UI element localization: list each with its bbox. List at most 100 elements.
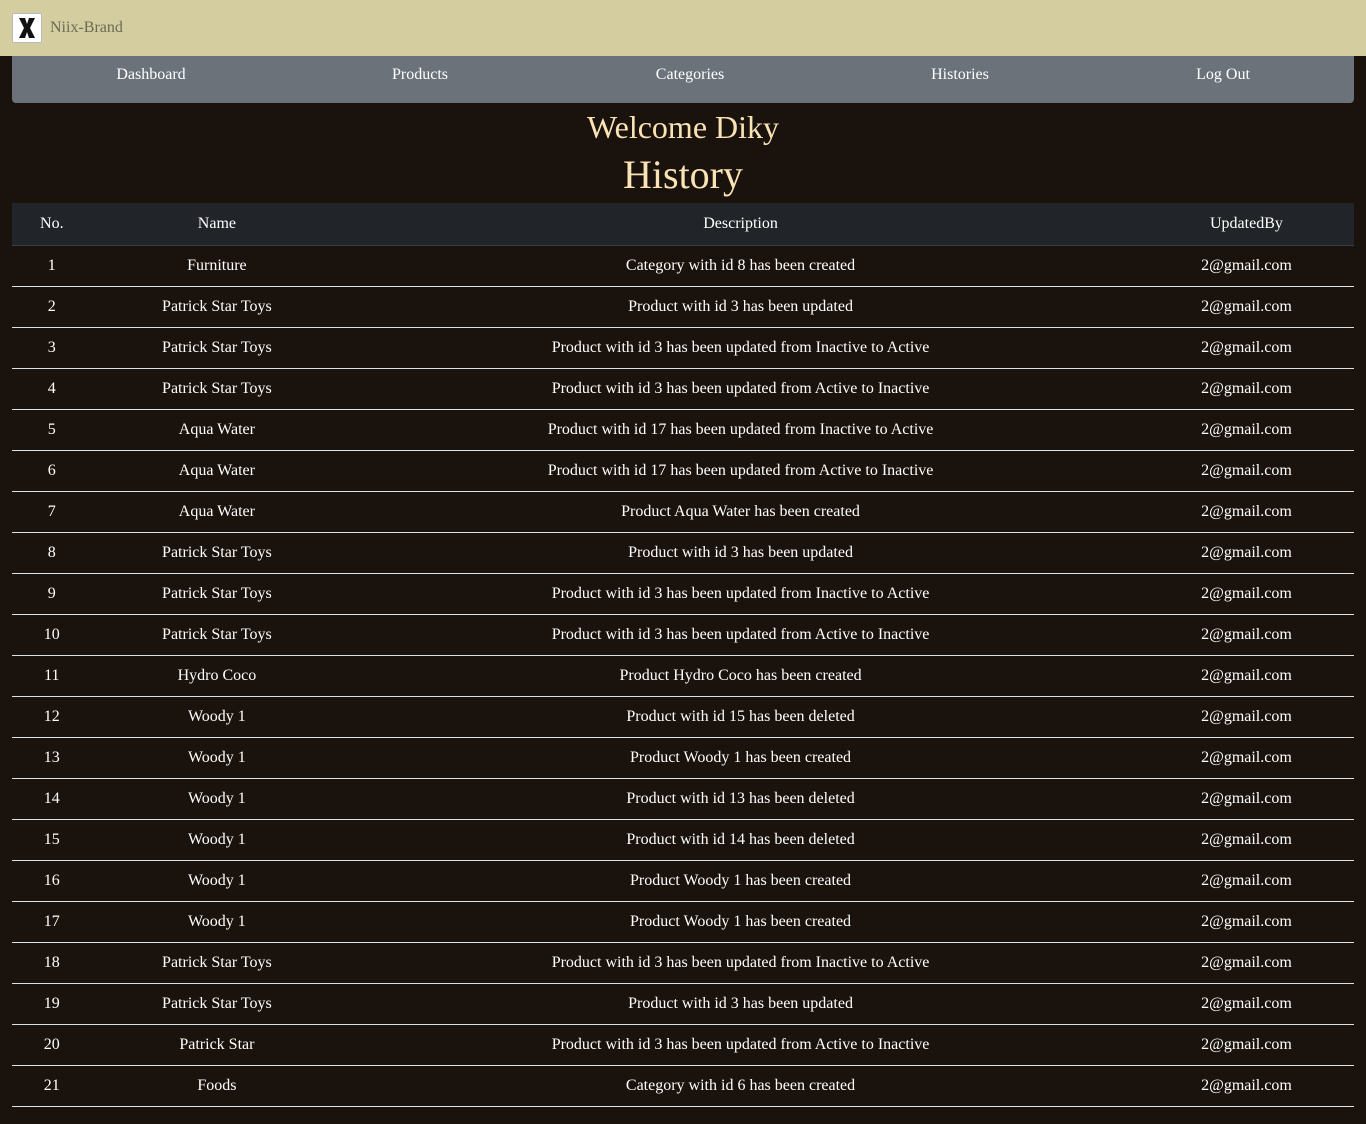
cell-description: Product with id 3 has been updated from … xyxy=(342,942,1139,984)
brand-logo-icon[interactable] xyxy=(12,13,42,43)
cell-description: Category with id 6 has been created xyxy=(342,1065,1139,1107)
cell-name: Woody 1 xyxy=(91,901,343,943)
cell-name: Patrick Star Toys xyxy=(91,942,343,984)
table-row: 12 Woody 1 Product with id 15 has been del… xyxy=(12,696,1354,738)
cell-no: 10 xyxy=(12,614,92,656)
cell-updated-by: 2@gmail.com xyxy=(1138,901,1354,943)
table-row: 16 Woody 1 Product Woody 1 has been create… xyxy=(12,860,1354,902)
welcome-message: Welcome Diky xyxy=(586,109,780,145)
cell-updated-by: 2@gmail.com xyxy=(1138,409,1354,451)
cell-description: Product Woody 1 has been created xyxy=(342,737,1139,779)
cell-description: Product with id 3 has been updated from … xyxy=(342,368,1139,410)
cell-updated-by: 2@gmail.com xyxy=(1138,696,1354,738)
cell-no: 7 xyxy=(12,491,92,533)
cell-description: Product with id 17 has been updated from… xyxy=(342,409,1139,451)
column-header-no: No. xyxy=(12,203,92,246)
column-header-name: Name xyxy=(91,203,343,246)
cell-no: 14 xyxy=(12,778,92,820)
column-header-updated-by: UpdatedBy xyxy=(1138,203,1354,246)
cell-updated-by: 2@gmail.com xyxy=(1138,327,1354,369)
cell-name: Foods xyxy=(91,1065,343,1107)
cell-description: Product with id 14 has been deleted xyxy=(342,819,1139,861)
cell-no: 20 xyxy=(12,1024,92,1066)
nav-dashboard[interactable]: Dashboard xyxy=(116,56,185,94)
nav-logout[interactable]: Log Out xyxy=(1196,56,1250,94)
table-row: 14 Woody 1 Product with id 13 has been del… xyxy=(12,778,1354,820)
cell-updated-by: 2@gmail.com xyxy=(1138,286,1354,328)
cell-updated-by: 2@gmail.com xyxy=(1138,532,1354,574)
cell-name: Patrick Star Toys xyxy=(91,368,343,410)
cell-description: Product with id 13 has been deleted xyxy=(342,778,1139,820)
top-bar: Niix-Brand xyxy=(0,0,1366,56)
cell-description: Product with id 15 has been deleted xyxy=(342,696,1139,738)
cell-no: 16 xyxy=(12,860,92,902)
table-row: 15 Woody 1 Product with id 14 has been del… xyxy=(12,819,1354,861)
cell-no: 9 xyxy=(12,573,92,615)
cell-no: 13 xyxy=(12,737,92,779)
cell-description: Product with id 3 has been updated from … xyxy=(342,614,1139,656)
cell-no: 2 xyxy=(12,286,92,328)
cell-name: Woody 1 xyxy=(91,737,343,779)
cell-description: Product Hydro Coco has been created xyxy=(342,655,1139,697)
cell-updated-by: 2@gmail.com xyxy=(1138,491,1354,533)
cell-updated-by: 2@gmail.com xyxy=(1138,368,1354,410)
x-logo-icon xyxy=(19,18,35,38)
page-title: History xyxy=(623,152,743,197)
cell-no: 15 xyxy=(12,819,92,861)
nav-products[interactable]: Products xyxy=(392,56,448,94)
table-row: 9 Patrick Star Toys Product with id 3 has … xyxy=(12,573,1354,615)
cell-name: Hydro Coco xyxy=(91,655,343,697)
cell-name: Aqua Water xyxy=(91,450,343,492)
cell-description: Product with id 3 has been updated from … xyxy=(342,327,1139,369)
cell-name: Patrick Star Toys xyxy=(91,532,343,574)
cell-name: Patrick Star Toys xyxy=(91,614,343,656)
cell-description: Product with id 3 has been updated xyxy=(342,286,1139,328)
cell-name: Aqua Water xyxy=(91,409,343,451)
cell-no: 4 xyxy=(12,368,92,410)
cell-no: 12 xyxy=(12,696,92,738)
table-row: 2 Patrick Star Toys Product with id 3 has … xyxy=(12,286,1354,328)
cell-no: 11 xyxy=(12,655,92,697)
cell-description: Product with id 17 has been updated from… xyxy=(342,450,1139,492)
cell-no: 6 xyxy=(12,450,92,492)
table-row: 3 Patrick Star Toys Product with id 3 has … xyxy=(12,327,1354,369)
table-row: 1 Furniture Category with id 8 has been cr… xyxy=(12,245,1354,287)
main-nav: Dashboard Products Categories Histories … xyxy=(12,56,1354,103)
table-row: 18 Patrick Star Toys Product with id 3 has… xyxy=(12,942,1354,984)
table-row: 21 Foods Category with id 6 has been creat… xyxy=(12,1065,1354,1107)
table-row: 8 Patrick Star Toys Product with id 3 has … xyxy=(12,532,1354,574)
cell-name: Patrick Star Toys xyxy=(91,983,343,1025)
cell-no: 3 xyxy=(12,327,92,369)
cell-name: Furniture xyxy=(91,245,343,287)
nav-histories[interactable]: Histories xyxy=(931,56,989,94)
cell-updated-by: 2@gmail.com xyxy=(1138,614,1354,656)
table-row: 4 Patrick Star Toys Product with id 3 has … xyxy=(12,368,1354,410)
cell-name: Woody 1 xyxy=(91,778,343,820)
cell-no: 5 xyxy=(12,409,92,451)
cell-description: Category with id 8 has been created xyxy=(342,245,1139,287)
cell-description: Product Woody 1 has been created xyxy=(342,860,1139,902)
cell-updated-by: 2@gmail.com xyxy=(1138,655,1354,697)
cell-description: Product Aqua Water has been created xyxy=(342,491,1139,533)
table-header-row: No. Name Description UpdatedBy xyxy=(12,203,1354,246)
cell-name: Patrick Star Toys xyxy=(91,286,343,328)
cell-name: Patrick Star Toys xyxy=(91,327,343,369)
cell-no: 8 xyxy=(12,532,92,574)
brand-link[interactable]: Niix-Brand xyxy=(50,19,123,37)
history-table: No. Name Description UpdatedBy 1 Furnitur… xyxy=(12,203,1354,1107)
column-header-description: Description xyxy=(342,203,1139,246)
table-row: 20 Patrick Star Product with id 3 has been… xyxy=(12,1024,1354,1066)
cell-description: Product Woody 1 has been created xyxy=(342,901,1139,943)
cell-updated-by: 2@gmail.com xyxy=(1138,450,1354,492)
table-row: 5 Aqua Water Product with id 17 has been u… xyxy=(12,409,1354,451)
cell-name: Woody 1 xyxy=(91,860,343,902)
cell-name: Woody 1 xyxy=(91,696,343,738)
table-row: 19 Patrick Star Toys Product with id 3 has… xyxy=(12,983,1354,1025)
cell-no: 21 xyxy=(12,1065,92,1107)
cell-updated-by: 2@gmail.com xyxy=(1138,245,1354,287)
nav-categories[interactable]: Categories xyxy=(656,56,724,94)
table-row: 17 Woody 1 Product Woody 1 has been create… xyxy=(12,901,1354,943)
table-row: 6 Aqua Water Product with id 17 has been u… xyxy=(12,450,1354,492)
cell-no: 17 xyxy=(12,901,92,943)
table-body: 1 Furniture Category with id 8 has been cr… xyxy=(12,245,1354,1107)
